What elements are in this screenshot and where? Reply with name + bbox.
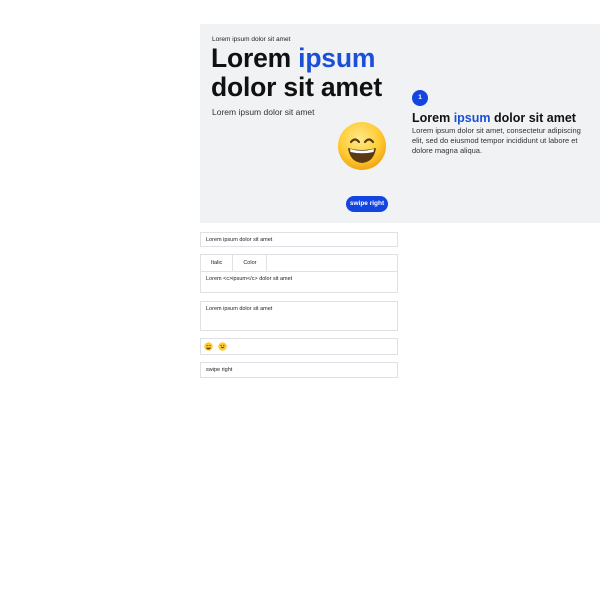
title-editor: Italic Color Lorem <c>ipsum</c> dolor si… bbox=[200, 254, 398, 293]
side-title-text-end: dolor sit amet bbox=[490, 111, 576, 125]
kicker-field[interactable]: Lorem ipsum dolor sit amet bbox=[200, 232, 398, 247]
preview-card: Lorem ipsum dolor sit amet Lorem ipsum d… bbox=[200, 24, 600, 223]
step-badge: 1 bbox=[412, 90, 428, 106]
preview-subtitle: Lorem ipsum dolor sit amet bbox=[212, 107, 315, 117]
italic-tab[interactable]: Italic bbox=[201, 255, 234, 271]
grinning-face-icon[interactable] bbox=[204, 342, 213, 351]
preview-kicker: Lorem ipsum dolor sit amet bbox=[212, 36, 291, 43]
page: Lorem ipsum dolor sit amet Lorem ipsum d… bbox=[0, 0, 600, 600]
side-title: Lorem ipsum dolor sit amet bbox=[412, 111, 576, 125]
side-body: Lorem ipsum dolor sit amet, consectetur … bbox=[412, 126, 581, 155]
swipe-right-button[interactable]: swipe right bbox=[346, 196, 388, 212]
title-field[interactable]: Lorem <c>ipsum</c> dolor sit amet bbox=[201, 272, 397, 286]
kicker-field-value: Lorem ipsum dolor sit amet bbox=[206, 237, 273, 243]
emoji-picker bbox=[200, 338, 398, 355]
smiling-face-icon[interactable] bbox=[218, 342, 227, 351]
preview-title: Lorem ipsum dolor sit amet bbox=[211, 44, 411, 102]
button-label-value: swipe right bbox=[206, 367, 233, 373]
title-text-line2: dolor sit amet bbox=[211, 72, 382, 102]
title-accent-text: ipsum bbox=[298, 43, 376, 73]
title-text: Lorem bbox=[211, 43, 299, 73]
subtitle-field-value: Lorem ipsum dolor sit amet bbox=[206, 306, 273, 312]
format-toolbar: Italic Color bbox=[201, 255, 397, 272]
button-label-field[interactable]: swipe right bbox=[200, 362, 398, 378]
side-title-text: Lorem bbox=[412, 111, 454, 125]
side-title-accent: ipsum bbox=[453, 111, 491, 125]
color-tab[interactable]: Color bbox=[233, 255, 268, 271]
subtitle-field[interactable]: Lorem ipsum dolor sit amet bbox=[200, 301, 398, 331]
grinning-face-icon bbox=[338, 122, 386, 170]
